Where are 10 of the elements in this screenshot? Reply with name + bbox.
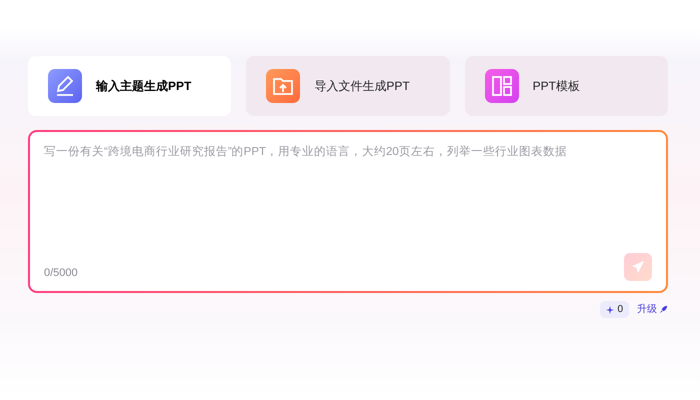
prompt-input[interactable]: 写一份有关“跨境电商行业研究报告”的PPT，用专业的语言，大约20页左右，列举一些行业图表数据 (44, 144, 652, 253)
character-counter: 0/5000 (44, 266, 78, 280)
tab[interactable]: 导入文件生成PPT (246, 56, 450, 116)
send-icon (631, 260, 645, 274)
tab[interactable]: PPT模板 (464, 56, 668, 116)
sparkle-icon (606, 306, 614, 314)
upgrade-link[interactable]: 升级 (637, 302, 668, 317)
tab[interactable]: 输入主题生成PPT (28, 56, 232, 116)
rocket-icon (659, 305, 668, 314)
credits-count: 0 (617, 303, 623, 317)
